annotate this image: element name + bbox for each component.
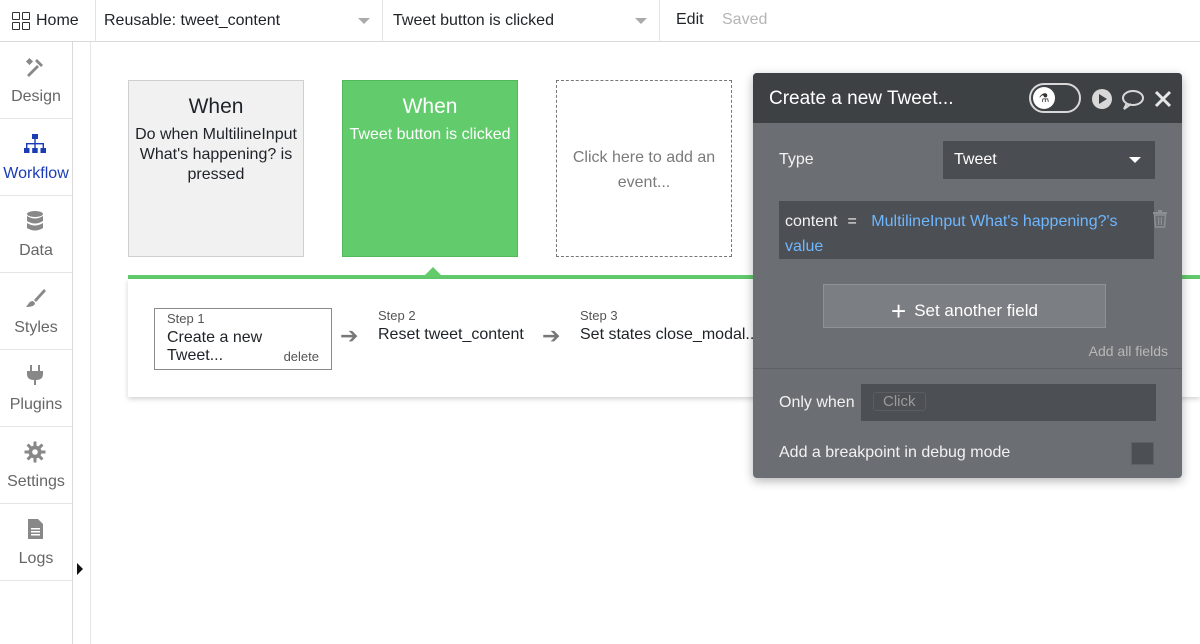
sidebar-item-label: Logs (18, 550, 54, 567)
plus-icon: + (891, 296, 907, 326)
popup-header: Create a new Tweet... ⚗ (753, 73, 1182, 123)
sidebar-item-data[interactable]: Data (0, 196, 72, 273)
step-card[interactable]: Step 2 Reset tweet_content (378, 308, 524, 344)
debug-toggle[interactable]: ⚗ (1029, 83, 1081, 113)
step-name: Reset tweet_content (378, 326, 524, 343)
design-icon (25, 57, 43, 77)
sidebar-item-label: Data (19, 242, 53, 259)
step-number: Step 1 (167, 311, 205, 326)
sidebar-item-label: Settings (7, 473, 65, 490)
comment-icon[interactable] (1121, 88, 1145, 110)
sidebar-item-settings[interactable]: Settings (0, 427, 72, 504)
sidebar-item-logs[interactable]: Logs (0, 504, 72, 581)
top-bar: Home Reusable: tweet_content Tweet butto… (0, 0, 1200, 42)
step-number: Step 2 (378, 308, 416, 323)
sidebar-item-label: Plugins (9, 396, 63, 413)
event-selector[interactable]: Tweet button is clicked (383, 0, 660, 42)
chevron-down-icon (635, 18, 647, 24)
home-label: Home (36, 12, 79, 29)
set-another-field-button[interactable]: + Set another field (823, 284, 1106, 328)
step-name: Set states close_modal... (580, 326, 759, 343)
sidebar-item-workflow[interactable]: Workflow (0, 119, 72, 196)
event-card-title: When (402, 95, 458, 118)
only-when-label: Only when (779, 394, 855, 411)
only-when-placeholder[interactable]: Click (873, 392, 926, 411)
divider (90, 42, 91, 644)
saved-status: Saved (722, 11, 768, 28)
event-card-selected[interactable]: When Tweet button is clicked (342, 80, 518, 257)
grid-icon (12, 12, 30, 30)
step-card[interactable]: Step 1 Create a new Tweet... delete (154, 308, 332, 370)
only-when-input[interactable]: Click (861, 384, 1156, 421)
delete-step-link[interactable]: delete (284, 349, 319, 364)
step-number: Step 3 (580, 308, 618, 323)
brush-icon (26, 289, 46, 307)
database-icon (27, 211, 43, 231)
collapse-arrow-icon[interactable] (77, 563, 83, 575)
sidebar-item-label: Workflow (3, 165, 69, 182)
close-icon[interactable] (1154, 88, 1172, 110)
play-icon[interactable] (1091, 88, 1113, 110)
breakpoint-checkbox[interactable] (1131, 442, 1154, 465)
arrow-right-icon: ➔ (542, 323, 561, 348)
event-selector-value: Tweet button is clicked (393, 12, 554, 29)
arrow-right-icon: ➔ (340, 323, 359, 348)
add-all-fields-link[interactable]: Add all fields (1089, 343, 1168, 359)
add-event-label: Click here to add an event... (572, 149, 716, 191)
step-card[interactable]: Step 3 Set states close_modal... (580, 308, 759, 344)
add-event-card[interactable]: Click here to add an event... (556, 80, 732, 257)
page-selector[interactable]: Reusable: tweet_content (96, 0, 383, 42)
sidebar-item-plugins[interactable]: Plugins (0, 350, 72, 427)
flask-icon: ⚗ (1033, 87, 1055, 109)
dynamic-expression-continued[interactable]: value (785, 238, 823, 255)
event-card-title: When (188, 95, 244, 118)
type-label: Type (779, 151, 814, 168)
trash-icon[interactable] (1152, 210, 1168, 228)
equals-sign: = (847, 213, 857, 230)
sidebar-item-styles[interactable]: Styles (0, 273, 72, 350)
event-card-description: Do when MultilineInput What's happening?… (135, 126, 297, 183)
field-name: content (785, 213, 838, 230)
document-icon (28, 519, 43, 539)
gear-icon (24, 441, 46, 463)
type-dropdown[interactable]: Tweet (943, 141, 1155, 179)
popup-title: Create a new Tweet... (769, 88, 954, 109)
edit-menu[interactable]: Edit (676, 11, 704, 29)
event-card[interactable]: When Do when MultilineInput What's happe… (128, 80, 304, 257)
chevron-down-icon (358, 18, 370, 24)
breakpoint-label: Add a breakpoint in debug mode (779, 444, 1011, 461)
chevron-down-icon (1129, 157, 1141, 163)
set-another-field-label: Set another field (914, 301, 1038, 320)
sidebar-item-label: Styles (14, 319, 58, 336)
event-card-description: Tweet button is clicked (349, 126, 511, 143)
dynamic-expression[interactable]: MultilineInput What's happening?'s (871, 213, 1117, 230)
sidebar-item-label: Design (11, 88, 61, 105)
plug-icon (27, 365, 43, 385)
type-dropdown-value: Tweet (954, 151, 997, 168)
field-assignment[interactable]: content = MultilineInput What's happening… (779, 201, 1154, 259)
workflow-icon (24, 134, 46, 153)
popup-divider (753, 368, 1182, 369)
sidebar-item-design[interactable]: Design (0, 42, 72, 119)
action-editor-popup: Create a new Tweet... ⚗ Type Tweet conte… (753, 73, 1182, 478)
home-button[interactable]: Home (0, 0, 96, 42)
page-selector-value: Reusable: tweet_content (104, 12, 281, 29)
sidebar: Design Workflow Data Styles Plugins Sett… (0, 42, 73, 644)
